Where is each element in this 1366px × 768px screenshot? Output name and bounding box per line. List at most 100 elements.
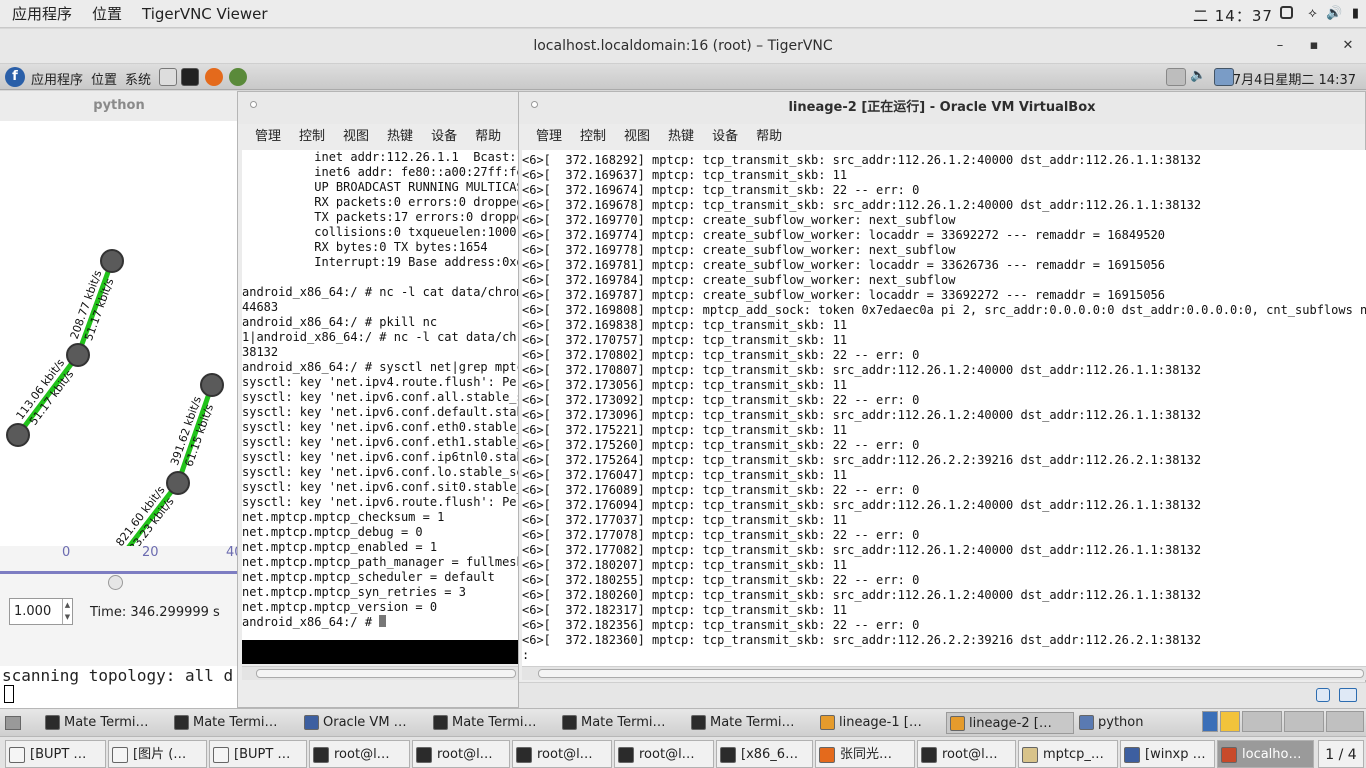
- vnc-icon: [1221, 747, 1237, 763]
- window-menu-icon[interactable]: [531, 101, 538, 108]
- taskbar-item[interactable]: Mate Termi…: [688, 712, 816, 734]
- taskbar-item[interactable]: lineage-1 […: [817, 712, 945, 734]
- vm-screen-left[interactable]: inet addr:112.26.1.1 Bcast:112.26.1.255 …: [242, 150, 520, 640]
- keyboard-icon[interactable]: [1166, 68, 1186, 86]
- taskbar-item-label: Mate Termi…: [710, 715, 795, 730]
- workspace-3[interactable]: [1242, 711, 1282, 732]
- workspace-5[interactable]: [1326, 711, 1364, 732]
- console-line: net.mptcp.mptcp_enabled = 1: [242, 540, 438, 554]
- menu-devices[interactable]: 设备: [422, 126, 466, 148]
- scrollbar-thumb[interactable]: [538, 669, 1364, 678]
- window-menu-icon[interactable]: [250, 101, 257, 108]
- workspace-1[interactable]: [1202, 711, 1218, 732]
- taskbar-item[interactable]: root@l…: [917, 740, 1016, 768]
- topology-node[interactable]: [100, 249, 124, 273]
- applications-menu[interactable]: 应用程序: [0, 3, 84, 24]
- network-icon[interactable]: [1214, 68, 1234, 86]
- host-key-icon[interactable]: [1316, 688, 1330, 702]
- topology-canvas[interactable]: 113.06 kbit/s 51.17 kbit/s 208.77 kbit/s 51…: [0, 121, 238, 573]
- menu-hotkeys[interactable]: 热键: [378, 126, 422, 148]
- menu-manage[interactable]: 管理: [238, 126, 290, 148]
- show-desktop-icon[interactable]: [5, 716, 21, 730]
- close-button[interactable]: ✕: [1339, 37, 1357, 55]
- volume-icon[interactable]: 🔈: [1190, 68, 1206, 86]
- taskbar-item[interactable]: mptcp_…: [1018, 740, 1118, 768]
- taskbar-item[interactable]: python: [1076, 712, 1198, 734]
- menu-hotkeys[interactable]: 热键: [659, 126, 703, 148]
- time-slider-handle[interactable]: [108, 575, 123, 590]
- screen-icon[interactable]: [1280, 6, 1293, 19]
- menu-control[interactable]: 控制: [290, 126, 334, 148]
- workspace-pager[interactable]: 1 / 4: [1318, 740, 1364, 768]
- python-window[interactable]: python 113.06 kbit/s 51.17 kbit/s 208.77 k…: [0, 91, 243, 666]
- taskbar-item[interactable]: root@l…: [614, 740, 714, 768]
- topology-node[interactable]: [66, 343, 90, 367]
- speed-spinbox[interactable]: 1.000 ▲ ▼: [9, 598, 73, 625]
- taskbar-item[interactable]: lineage-2 […: [946, 712, 1074, 734]
- console-line: net.mptcp.mptcp_debug = 0: [242, 525, 423, 539]
- taskbar-item[interactable]: root@l…: [512, 740, 612, 768]
- remote-system-menu[interactable]: 系统: [125, 69, 151, 88]
- workspace-4[interactable]: [1284, 711, 1324, 732]
- taskbar-item[interactable]: Mate Termi…: [559, 712, 687, 734]
- workspace-2[interactable]: [1220, 711, 1240, 732]
- battery-icon[interactable]: ▮: [1348, 6, 1363, 21]
- horizontal-scrollbar[interactable]: [522, 666, 1366, 680]
- remote-places-menu[interactable]: 位置: [91, 69, 117, 88]
- vbox-right-titlebar[interactable]: lineage-2 [正在运行] - Oracle VM VirtualBox: [519, 92, 1365, 124]
- taskbar-item[interactable]: [x86_6…: [716, 740, 813, 768]
- taskbar-item[interactable]: Mate Termi…: [42, 712, 170, 734]
- spin-arrows-icon[interactable]: ▲ ▼: [62, 599, 72, 624]
- menu-control[interactable]: 控制: [571, 126, 615, 148]
- firefox-icon[interactable]: [205, 68, 223, 86]
- menu-devices[interactable]: 设备: [703, 126, 747, 148]
- places-menu[interactable]: 位置: [84, 3, 134, 24]
- taskbar-item[interactable]: 张同光…: [815, 740, 915, 768]
- console-line: <6>[ 372.176094] mptcp: tcp_transmit_skb…: [522, 498, 1202, 512]
- mouse-integration-icon[interactable]: [1339, 688, 1357, 702]
- taskbar-item[interactable]: [BUPT …: [5, 740, 106, 768]
- remote-applications-menu[interactable]: 应用程序: [31, 69, 83, 88]
- terminal-icon[interactable]: [181, 68, 199, 86]
- menu-manage[interactable]: 管理: [519, 126, 571, 148]
- menu-view[interactable]: 视图: [615, 126, 659, 148]
- scan-terminal[interactable]: scanning topology: all d: [0, 666, 238, 710]
- terminal-icon: [174, 715, 189, 730]
- network-icon[interactable]: ⟡: [1305, 6, 1320, 21]
- taskbar-item[interactable]: Mate Termi…: [430, 712, 558, 734]
- scrollbar-thumb[interactable]: [256, 669, 516, 678]
- remote-clock[interactable]: 7月4日星期二 14:37: [1233, 69, 1356, 88]
- taskbar-item[interactable]: Oracle VM …: [301, 712, 429, 734]
- vbox-left-titlebar[interactable]: [238, 92, 520, 124]
- text-editor-icon[interactable]: [159, 68, 177, 86]
- horizontal-scrollbar[interactable]: [242, 666, 520, 680]
- menu-view[interactable]: 视图: [334, 126, 378, 148]
- taskbar-item[interactable]: root@l…: [412, 740, 510, 768]
- network-tool-icon[interactable]: [229, 68, 247, 86]
- fedora-icon[interactable]: f: [5, 67, 25, 87]
- topology-node[interactable]: [200, 373, 224, 397]
- console-line: <6>[ 372.169808] mptcp: mptcp_add_sock: …: [522, 303, 1366, 317]
- virtualbox-icon: [1124, 747, 1140, 763]
- virtualbox-icon: [304, 715, 319, 730]
- taskbar-item[interactable]: Mate Termi…: [171, 712, 299, 734]
- taskbar-item[interactable]: [图片 (…: [108, 740, 207, 768]
- minimize-button[interactable]: –: [1271, 37, 1289, 55]
- taskbar-item[interactable]: localho…: [1217, 740, 1314, 768]
- menu-help[interactable]: 帮助: [747, 126, 791, 148]
- taskbar-item[interactable]: [winxp …: [1120, 740, 1215, 768]
- maximize-button[interactable]: ▪: [1305, 37, 1323, 55]
- taskbar-item[interactable]: root@l…: [309, 740, 410, 768]
- vnc-titlebar[interactable]: localhost.localdomain:16 (root) – TigerV…: [0, 29, 1366, 64]
- volume-icon[interactable]: 🔊: [1326, 6, 1342, 21]
- topology-node[interactable]: [6, 423, 30, 447]
- active-app-menu[interactable]: TigerVNC Viewer: [134, 5, 280, 23]
- topology-node[interactable]: [166, 471, 190, 495]
- vbox-window-left[interactable]: 管理 控制 视图 热键 设备 帮助 inet addr:112.26.1.1 B…: [237, 91, 521, 708]
- menu-help[interactable]: 帮助: [466, 126, 510, 148]
- taskbar-item-label: localho…: [1242, 747, 1302, 762]
- clock[interactable]: 二 14：37: [1193, 5, 1273, 26]
- vbox-window-right[interactable]: lineage-2 [正在运行] - Oracle VM VirtualBox …: [518, 91, 1366, 709]
- vm-screen-right[interactable]: <6>[ 372.168292] mptcp: tcp_transmit_skb…: [522, 150, 1366, 666]
- taskbar-item[interactable]: [BUPT …: [209, 740, 307, 768]
